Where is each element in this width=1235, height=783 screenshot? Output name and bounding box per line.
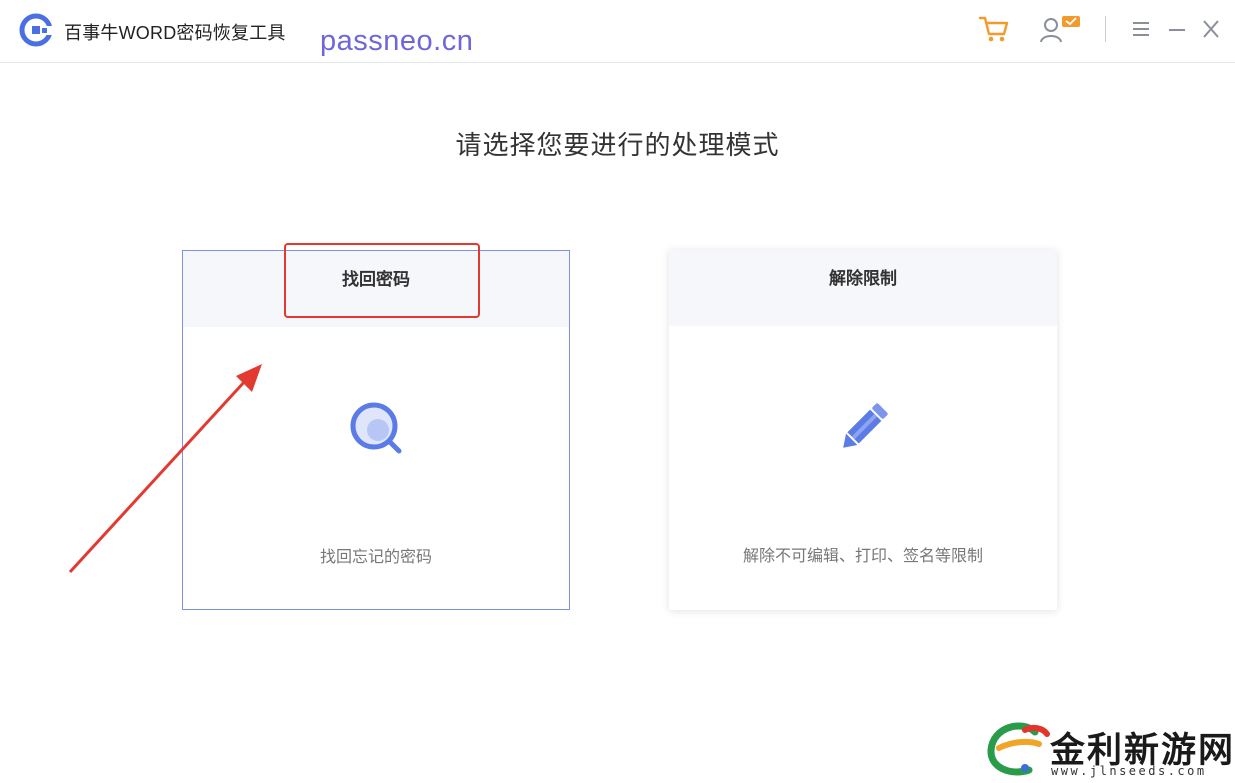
user-account-icon[interactable] [1038,14,1082,44]
search-magnifier-icon [350,402,402,454]
toolbar-divider [1105,16,1106,42]
pencil-edit-icon [843,403,888,448]
title-bar: 百事牛WORD密码恢复工具 passneo.cn [0,0,1235,63]
menu-icon[interactable] [1130,14,1152,44]
brand-logo-icon [987,722,1050,776]
card-description: 找回忘记的密码 [319,549,432,566]
card-description: 解除不可编辑、打印、签名等限制 [742,548,983,565]
watermark-text: passneo.cn [320,25,474,57]
annotation-highlight-box [284,243,480,318]
remove-restrictions-card[interactable]: 解除限制 解除不可编辑、打印、签名等限制 [669,250,1057,610]
brand-url: www.jlnseeds.com [1051,764,1207,778]
close-icon[interactable] [1200,14,1222,44]
app-title: 百事牛WORD密码恢复工具 [64,23,286,43]
page-heading: 请选择您要进行的处理模式 [455,130,780,160]
cart-icon[interactable] [978,14,1010,44]
minimize-icon[interactable] [1166,14,1188,44]
app-logo-icon [19,13,53,47]
card-title: 解除限制 [669,250,1057,326]
